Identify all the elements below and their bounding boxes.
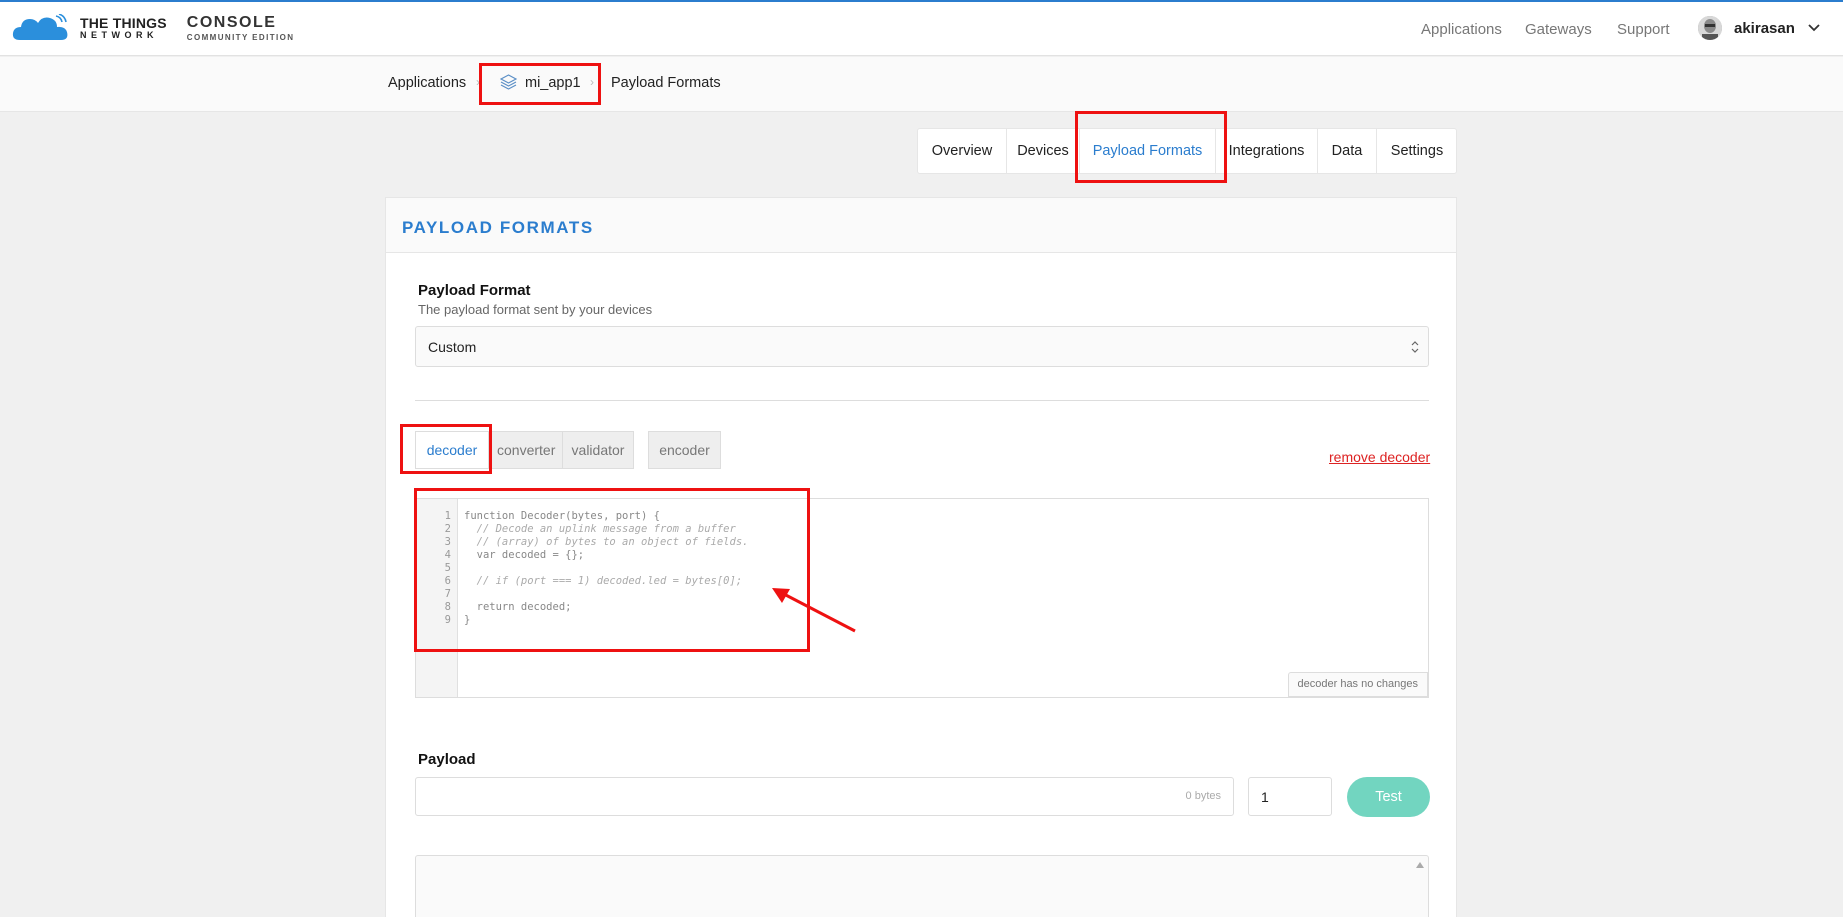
nav-support[interactable]: Support bbox=[1617, 21, 1670, 38]
card-header: PAYLOAD FORMATS bbox=[386, 198, 1456, 253]
layers-icon bbox=[500, 74, 517, 90]
annotation-arrow-icon bbox=[772, 588, 856, 633]
breadcrumb: Applications › mi_app1 › Payload Formats bbox=[0, 57, 1843, 112]
code-line: } bbox=[464, 614, 471, 626]
ttn-wordmark: THE THINGS NETWORK bbox=[80, 16, 167, 40]
code-line: // if (port === 1) decoded.led = bytes[0… bbox=[464, 575, 743, 587]
username: akirasan bbox=[1734, 19, 1795, 37]
breadcrumb-app[interactable]: mi_app1 bbox=[525, 75, 581, 91]
cloud-logo-icon bbox=[12, 14, 68, 40]
chevron-down-icon[interactable] bbox=[1808, 24, 1820, 32]
application-tabs: Overview Devices Payload Formats Integra… bbox=[917, 128, 1457, 174]
function-tabs: decoder converter validator encoder bbox=[415, 431, 721, 469]
scroll-up-icon[interactable] bbox=[1416, 862, 1424, 868]
line-number: 9 bbox=[444, 614, 451, 626]
port-input[interactable] bbox=[1248, 777, 1332, 816]
tab-encoder[interactable]: encoder bbox=[648, 431, 721, 469]
code-line: // (array) of bytes to an object of fiel… bbox=[464, 536, 749, 548]
payload-format-label: Payload Format bbox=[418, 282, 531, 299]
line-number: 6 bbox=[444, 575, 451, 587]
breadcrumb-separator-icon: › bbox=[476, 75, 480, 89]
brand-line1: THE THINGS bbox=[80, 15, 167, 31]
payload-format-value: Custom bbox=[428, 339, 477, 355]
payload-label: Payload bbox=[418, 751, 476, 768]
payload-format-help: The payload format sent by your devices bbox=[418, 302, 653, 317]
line-number: 8 bbox=[444, 601, 451, 613]
console-wordmark: CONSOLE COMMUNITY EDITION bbox=[186, 13, 295, 42]
breadcrumb-applications[interactable]: Applications bbox=[388, 75, 466, 91]
tab-payload-formats[interactable]: Payload Formats bbox=[1080, 129, 1216, 173]
decoded-result-area bbox=[415, 855, 1429, 917]
tab-integrations[interactable]: Integrations bbox=[1216, 129, 1318, 173]
tab-data[interactable]: Data bbox=[1318, 129, 1377, 173]
line-number: 5 bbox=[444, 562, 451, 574]
test-button[interactable]: Test bbox=[1347, 777, 1430, 817]
editor-status: decoder has no changes bbox=[1287, 672, 1428, 697]
select-arrows-icon bbox=[1411, 341, 1419, 353]
top-bar: THE THINGS NETWORK CONSOLE COMMUNITY EDI… bbox=[0, 0, 1843, 56]
breadcrumb-current: Payload Formats bbox=[611, 75, 721, 91]
card-title: PAYLOAD FORMATS bbox=[402, 218, 594, 237]
nav-applications[interactable]: Applications bbox=[1421, 21, 1502, 38]
avatar-face-icon bbox=[1698, 16, 1722, 40]
code-line: // Decode an uplink message from a buffe… bbox=[464, 523, 736, 535]
ttn-logo[interactable]: THE THINGS NETWORK CONSOLE COMMUNITY EDI… bbox=[12, 14, 294, 42]
tab-overview[interactable]: Overview bbox=[918, 129, 1007, 173]
line-number: 4 bbox=[444, 549, 451, 561]
console-line1: CONSOLE bbox=[186, 13, 277, 31]
console-line2: COMMUNITY EDITION bbox=[186, 32, 295, 42]
tab-converter[interactable]: converter bbox=[489, 431, 563, 469]
tab-settings[interactable]: Settings bbox=[1377, 129, 1457, 173]
remove-decoder-link[interactable]: remove decoder bbox=[1329, 449, 1430, 465]
tab-validator[interactable]: validator bbox=[563, 431, 634, 469]
user-menu[interactable]: akirasan bbox=[1698, 16, 1795, 40]
line-number: 2 bbox=[444, 523, 451, 535]
nav-gateways[interactable]: Gateways bbox=[1525, 21, 1592, 38]
payload-bytes-count: 0 bytes bbox=[1185, 790, 1221, 802]
line-number: 3 bbox=[444, 536, 451, 548]
code-line: function Decoder(bytes, port) { bbox=[464, 510, 660, 522]
payload-input[interactable]: 0 bytes bbox=[415, 777, 1234, 816]
payload-formats-card: PAYLOAD FORMATS Payload Format The paylo… bbox=[385, 197, 1457, 917]
tab-decoder[interactable]: decoder bbox=[415, 431, 489, 469]
tab-devices[interactable]: Devices bbox=[1007, 129, 1080, 173]
line-number: 7 bbox=[444, 588, 451, 600]
code-line: var decoded = {}; bbox=[464, 549, 585, 561]
breadcrumb-separator-icon: › bbox=[590, 75, 594, 89]
payload-format-select[interactable]: Custom bbox=[415, 326, 1429, 367]
code-editor[interactable]: 1 2 3 4 5 6 7 8 9 function Decoder(bytes… bbox=[415, 498, 1429, 698]
code-line: return decoded; bbox=[464, 601, 572, 613]
line-number: 1 bbox=[444, 510, 451, 522]
divider bbox=[415, 400, 1429, 401]
editor-gutter: 1 2 3 4 5 6 7 8 9 bbox=[416, 499, 458, 697]
avatar bbox=[1698, 16, 1722, 40]
brand-line2: NETWORK bbox=[80, 30, 158, 40]
